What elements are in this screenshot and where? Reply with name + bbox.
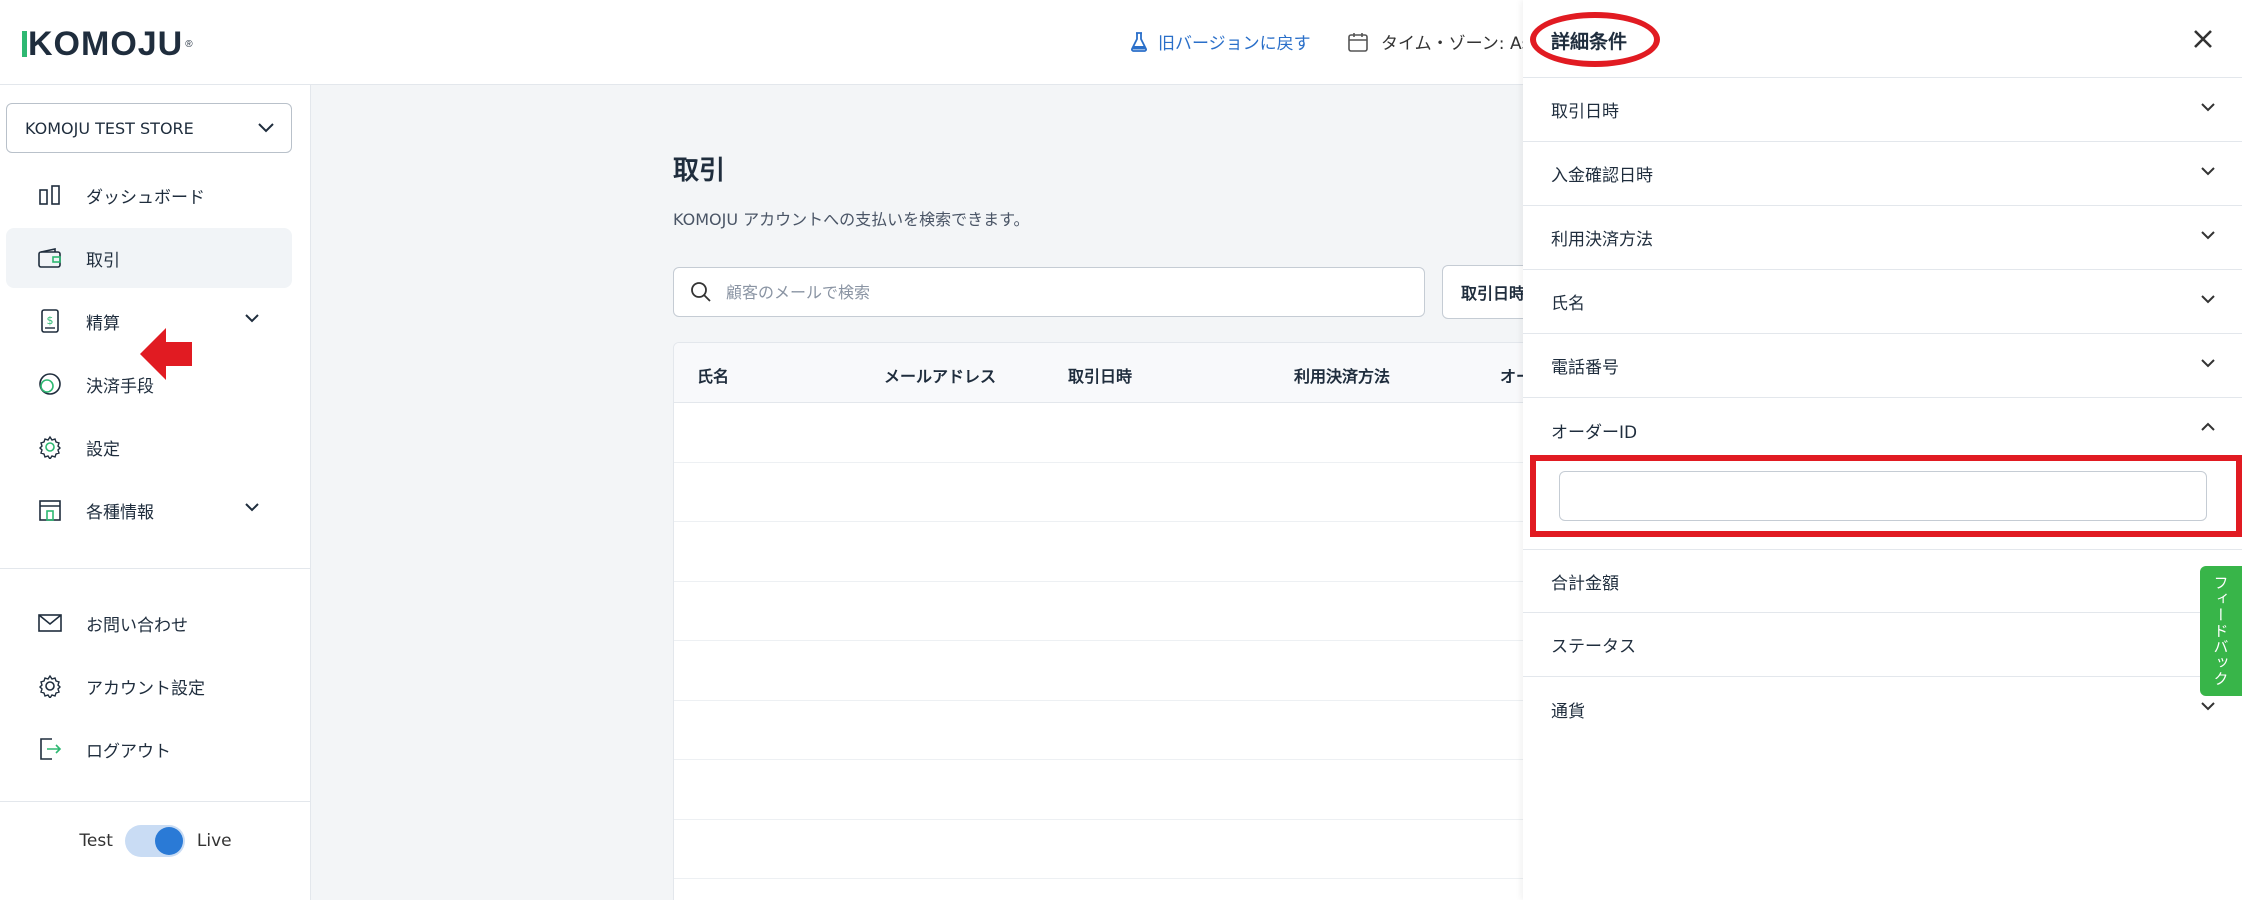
sidebar-divider (0, 801, 311, 802)
logout-icon (38, 737, 62, 761)
drawer-title: 詳細条件 (1551, 31, 1628, 53)
chevron-down-icon (258, 123, 274, 133)
sidebar-item-label: ログアウト (86, 741, 171, 762)
mail-icon (38, 611, 62, 635)
chevron-down-icon (245, 503, 259, 512)
filter-currency[interactable]: 通貨 (1523, 677, 2242, 741)
timezone-selector[interactable]: タイム・ゾーン: Asi (1347, 29, 1535, 54)
chevron-down-icon (2201, 167, 2215, 176)
legacy-version-link[interactable]: 旧バージョンに戻す (1130, 29, 1311, 54)
filter-label: 通貨 (1551, 701, 1585, 722)
toggle-label-test: Test (79, 831, 113, 851)
feedback-tab[interactable]: フィードバック (2200, 566, 2242, 696)
page-subtitle: KOMOJU アカウントへの支払いを検索できます。 (673, 210, 1030, 229)
chevron-down-icon (2201, 702, 2215, 711)
sidebar-item-label: ダッシュボード (86, 187, 205, 208)
sidebar-item-label: 各種情報 (86, 502, 154, 523)
column-header-date[interactable]: 取引日時 (1068, 363, 1132, 387)
filter-transaction-date[interactable]: 取引日時 (1523, 78, 2242, 142)
wallet-icon (38, 246, 62, 270)
close-icon[interactable] (2190, 26, 2216, 52)
logo-text: KOMOJU (28, 24, 184, 63)
chevron-down-icon (245, 314, 259, 323)
sidebar-item-logout[interactable]: ログアウト (6, 719, 292, 779)
sidebar-item-contact[interactable]: お問い合わせ (6, 593, 292, 653)
gear-icon (38, 674, 62, 698)
filter-label: ステータス (1551, 637, 1636, 657)
chevron-down-icon (2201, 359, 2215, 368)
secondary-nav: お問い合わせ アカウント設定 ログアウト (6, 593, 292, 782)
sidebar-item-settings[interactable]: 設定 (6, 417, 292, 477)
chevron-up-icon (2201, 422, 2215, 431)
search-box (673, 267, 1425, 317)
dashboard-icon (38, 183, 62, 207)
sidebar-item-account-settings[interactable]: アカウント設定 (6, 656, 292, 716)
settlement-icon: $ (38, 309, 62, 333)
order-id-input[interactable] (1559, 471, 2207, 521)
chevron-down-icon (2201, 103, 2215, 112)
search-icon (691, 282, 711, 302)
sidebar-item-label: 取引 (86, 250, 120, 271)
column-header-email[interactable]: メールアドレス (884, 363, 996, 387)
filter-order-id[interactable]: オーダーID (1523, 398, 2242, 462)
filter-label: 合計金額 (1551, 573, 1619, 594)
filter-name[interactable]: 氏名 (1523, 270, 2242, 334)
payment-method-icon (38, 372, 62, 396)
filter-label: 電話番号 (1551, 358, 1619, 378)
legacy-link-label: 旧バージョンに戻す (1158, 34, 1311, 54)
mode-toggle-row: Test Live (0, 825, 311, 857)
filter-drawer: 詳細条件 取引日時 入金確認日時 利用決済方法 氏名 電話番号 オーダーID 合… (1523, 0, 2242, 900)
filter-label: 取引日時 (1551, 102, 1619, 122)
filter-total-amount[interactable]: 合計金額 (1523, 549, 2242, 613)
search-input[interactable] (726, 282, 1406, 302)
logo-mark (22, 31, 27, 57)
sidebar-item-label: 精算 (86, 313, 120, 334)
flask-icon (1131, 31, 1147, 52)
store-selector[interactable]: KOMOJU TEST STORE (6, 103, 292, 153)
filter-label: オーダーID (1551, 422, 1638, 443)
filter-payment-method[interactable]: 利用決済方法 (1523, 206, 2242, 270)
sidebar-item-label: お問い合わせ (86, 615, 188, 636)
filter-phone[interactable]: 電話番号 (1523, 334, 2242, 398)
sidebar-item-label: アカウント設定 (86, 678, 205, 699)
chevron-down-icon (2201, 295, 2215, 304)
calendar-icon (1348, 32, 1368, 52)
test-live-toggle[interactable] (124, 825, 185, 857)
annotation-arrow (140, 328, 192, 384)
chevron-down-icon (2201, 231, 2215, 240)
filter-label: 利用決済方法 (1551, 230, 1653, 250)
sidebar-item-transactions[interactable]: 取引 (6, 228, 292, 288)
toggle-knob (154, 827, 183, 855)
drawer-header: 詳細条件 (1523, 0, 2242, 78)
timezone-label: タイム・ゾーン: Asi (1381, 34, 1536, 54)
gear-icon (38, 435, 62, 459)
filter-status[interactable]: ステータス (1523, 613, 2242, 677)
store-name: KOMOJU TEST STORE (25, 118, 194, 138)
sidebar: KOMOJU TEST STORE ダッシュボード 取引 $ 精算 決済手段 設… (0, 85, 311, 900)
column-header-payment-method[interactable]: 利用決済方法 (1294, 363, 1390, 387)
filter-label: 入金確認日時 (1551, 166, 1653, 186)
toggle-label-live: Live (196, 831, 232, 851)
sidebar-item-info[interactable]: 各種情報 (6, 480, 292, 540)
sidebar-divider (0, 568, 311, 569)
column-header-name[interactable]: 氏名 (697, 363, 729, 387)
svg-text:$: $ (47, 314, 54, 327)
filter-payment-confirmed-date[interactable]: 入金確認日時 (1523, 142, 2242, 206)
info-icon (38, 498, 62, 522)
filter-label: 氏名 (1551, 294, 1585, 314)
sidebar-item-label: 設定 (86, 439, 120, 460)
komoju-logo[interactable]: KOMOJU ® (22, 24, 194, 64)
page-title: 取引 (673, 156, 726, 186)
sidebar-item-dashboard[interactable]: ダッシュボード (6, 165, 292, 225)
